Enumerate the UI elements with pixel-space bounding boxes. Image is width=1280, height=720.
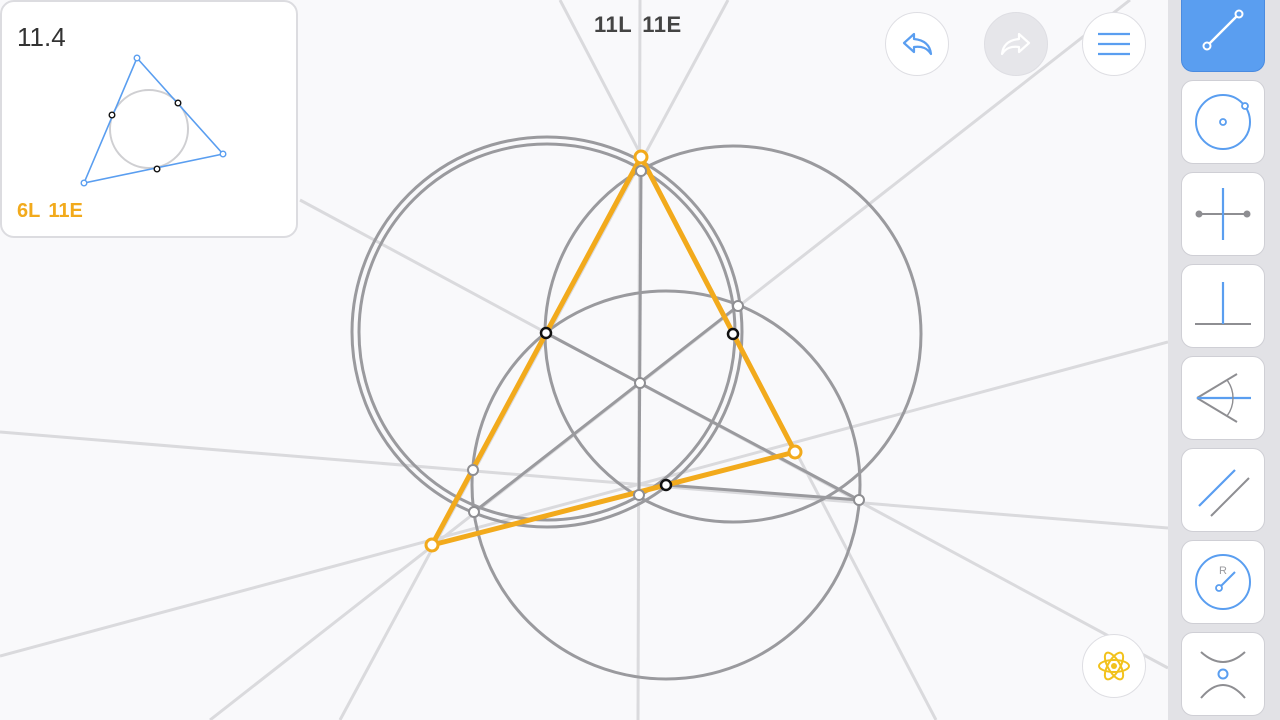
point[interactable]: [853, 494, 865, 506]
goal-tangent-point: [153, 165, 161, 173]
point[interactable]: [468, 506, 480, 518]
tool-panel: R: [1168, 0, 1280, 720]
level-number: 11.4: [17, 22, 66, 52]
intersection-points: [467, 165, 865, 518]
move-counter: 11L 11E: [594, 12, 682, 38]
tool-parallel[interactable]: [1181, 448, 1265, 532]
tool-intersection[interactable]: [1181, 632, 1265, 716]
tool-circle[interactable]: [1181, 80, 1265, 164]
menu-icon: [1098, 32, 1130, 56]
tool-compass[interactable]: R: [1181, 540, 1265, 624]
goal-elements: 11E: [48, 200, 83, 222]
bisector-icon: [1195, 188, 1251, 240]
goal-card[interactable]: 11.4 6L 11E: [0, 0, 298, 238]
atom-icon: [1098, 651, 1130, 681]
goal-vertex: [133, 54, 141, 62]
tool-perpendicular-bisector[interactable]: [1181, 172, 1265, 256]
redo-icon: [1000, 32, 1031, 56]
redo-button[interactable]: [984, 12, 1048, 76]
hint-button[interactable]: [1082, 634, 1146, 698]
undo-icon: [902, 32, 933, 56]
compass-label: R: [1219, 565, 1227, 577]
point[interactable]: [633, 489, 645, 501]
point[interactable]: [726, 327, 740, 341]
goal-tangent-point: [174, 99, 182, 107]
goal-lines: 6L: [17, 200, 41, 222]
tool-line[interactable]: [1181, 0, 1265, 72]
tool-perpendicular[interactable]: [1181, 264, 1265, 348]
vertex[interactable]: [633, 149, 649, 165]
goal-vertex: [80, 179, 88, 187]
tool-angle-bisector[interactable]: [1181, 356, 1265, 440]
vertex[interactable]: [787, 444, 803, 460]
lines-count: 11L: [594, 12, 633, 37]
construction-circles: [350, 135, 923, 681]
point[interactable]: [467, 464, 479, 476]
point[interactable]: [634, 377, 646, 389]
point[interactable]: [635, 165, 647, 177]
undo-button[interactable]: [885, 12, 949, 76]
point[interactable]: [659, 478, 673, 492]
intersection-icon: [1200, 651, 1246, 699]
segment: [637, 170, 643, 496]
elements-count: 11E: [642, 12, 682, 37]
compass-icon: R: [1195, 554, 1251, 610]
guide-line: [0, 340, 1168, 658]
goal-vertex: [219, 150, 227, 158]
point[interactable]: [732, 300, 744, 312]
parallel-icon: [1198, 469, 1250, 517]
goal-counter: 6L 11E: [17, 200, 83, 223]
vertex[interactable]: [424, 537, 440, 553]
angle-bisector-icon: [1196, 373, 1251, 423]
segment-icon: [1202, 9, 1244, 51]
perpendicular-icon: [1195, 282, 1251, 325]
circle-icon: [1195, 94, 1251, 150]
goal-triangle: [82, 56, 225, 185]
point[interactable]: [539, 326, 553, 340]
goal-tangent-point: [108, 111, 116, 119]
menu-button[interactable]: [1082, 12, 1146, 76]
